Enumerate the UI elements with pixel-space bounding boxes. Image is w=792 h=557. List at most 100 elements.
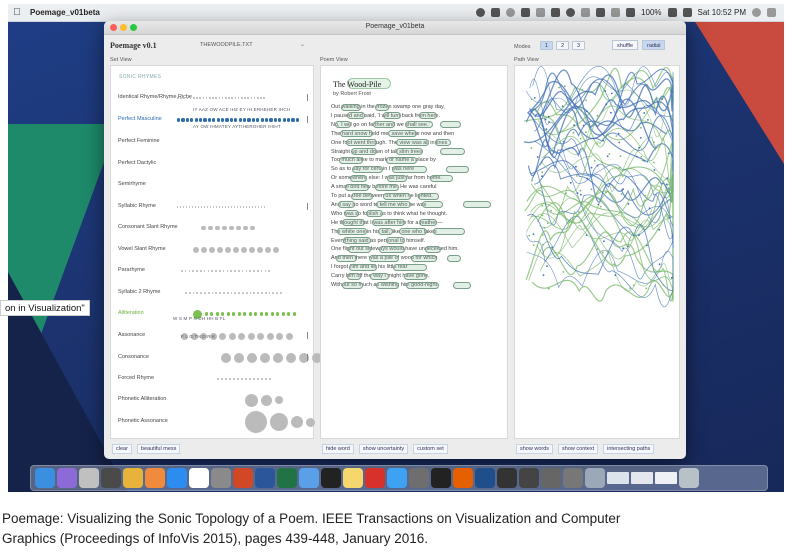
rhyme-set-dot[interactable] bbox=[295, 118, 299, 122]
settings-icon[interactable] bbox=[211, 468, 231, 488]
word-node[interactable] bbox=[666, 177, 669, 180]
set-row-syllabic-rhyme[interactable]: Syllabic Rhyme bbox=[115, 201, 311, 213]
word-node[interactable] bbox=[622, 247, 624, 250]
word-node[interactable] bbox=[605, 191, 608, 194]
word-node[interactable] bbox=[585, 110, 588, 113]
rhyme-set-dot[interactable] bbox=[202, 97, 205, 99]
word-node[interactable] bbox=[543, 226, 546, 229]
word-highlight[interactable] bbox=[370, 272, 389, 280]
set-row-forced-rhyme[interactable]: Forced Rhyme bbox=[115, 373, 311, 385]
rhyme-set-dot[interactable] bbox=[276, 332, 283, 340]
rhyme-set-dot[interactable] bbox=[221, 118, 225, 122]
appstore-icon[interactable] bbox=[167, 468, 187, 488]
rhyme-set-dot[interactable] bbox=[276, 312, 280, 316]
word-highlight[interactable] bbox=[339, 156, 363, 164]
rhyme-set-dot[interactable] bbox=[257, 332, 264, 340]
rhyme-set-dot[interactable] bbox=[266, 332, 274, 340]
rhyme-set-dot[interactable] bbox=[261, 378, 263, 380]
rhyme-set-dot[interactable] bbox=[265, 378, 267, 380]
show-uncertainty-button[interactable]: show uncertainty bbox=[358, 444, 409, 454]
word-node[interactable] bbox=[576, 192, 579, 194]
rhyme-set-dot[interactable] bbox=[225, 118, 229, 122]
spotlight-icon[interactable] bbox=[752, 8, 761, 17]
safari-icon[interactable] bbox=[387, 468, 407, 488]
rhyme-set-dot[interactable] bbox=[253, 97, 256, 99]
rhyme-set-dot[interactable] bbox=[231, 206, 233, 208]
word-highlight[interactable] bbox=[418, 192, 439, 200]
rhyme-set-dot[interactable] bbox=[241, 247, 247, 253]
word-node[interactable] bbox=[580, 193, 582, 196]
rhyme-set-dot[interactable] bbox=[221, 97, 224, 99]
word-highlight[interactable] bbox=[379, 245, 405, 253]
rhyme-set-dot[interactable] bbox=[246, 206, 248, 208]
rhyme-set-dot[interactable] bbox=[196, 292, 199, 294]
rhyme-set-dot[interactable] bbox=[245, 378, 247, 380]
folder-icon[interactable] bbox=[585, 468, 605, 488]
rhyme-set-dot[interactable] bbox=[249, 206, 251, 208]
word-node[interactable] bbox=[585, 99, 587, 102]
word-node[interactable] bbox=[605, 103, 608, 106]
word-highlight[interactable] bbox=[349, 263, 377, 271]
word-node[interactable] bbox=[585, 234, 588, 237]
rhyme-set-dot[interactable] bbox=[234, 118, 238, 122]
word-node[interactable] bbox=[661, 98, 664, 100]
rhyme-set-dot[interactable] bbox=[260, 118, 264, 122]
word-node[interactable] bbox=[528, 234, 531, 237]
word-highlight[interactable] bbox=[342, 281, 363, 289]
word-highlight[interactable] bbox=[435, 139, 451, 147]
word-node[interactable] bbox=[532, 244, 535, 247]
rhyme-set-dot[interactable] bbox=[207, 206, 209, 208]
rhyme-set-dot[interactable] bbox=[183, 97, 185, 99]
word-node[interactable] bbox=[620, 193, 623, 195]
mode-3-button[interactable]: 3 bbox=[572, 41, 585, 50]
word-highlight[interactable] bbox=[335, 121, 351, 129]
word-highlight[interactable] bbox=[343, 237, 371, 244]
rhyme-set-dot[interactable] bbox=[270, 312, 274, 316]
rhyme-set-dot[interactable] bbox=[210, 206, 212, 208]
status-icon-1[interactable] bbox=[476, 8, 486, 17]
word-highlight[interactable] bbox=[422, 201, 443, 209]
word-highlight[interactable] bbox=[347, 112, 365, 120]
camera-icon[interactable] bbox=[497, 468, 517, 488]
word-icon[interactable] bbox=[255, 468, 275, 488]
set-row-consonant-slant-rhyme[interactable]: Consonant Slant Rhyme bbox=[115, 222, 311, 234]
rhyme-set-dot[interactable] bbox=[261, 394, 272, 406]
rhyme-path[interactable] bbox=[526, 215, 674, 308]
word-node[interactable] bbox=[530, 147, 533, 149]
rhyme-set-dot[interactable] bbox=[186, 97, 189, 99]
word-highlight[interactable] bbox=[392, 165, 427, 173]
time-machine-icon[interactable] bbox=[566, 8, 576, 17]
word-highlight[interactable] bbox=[425, 245, 441, 253]
rhyme-set-dot[interactable] bbox=[254, 312, 258, 316]
word-highlight[interactable] bbox=[352, 165, 383, 173]
word-node[interactable] bbox=[565, 192, 567, 195]
word-node[interactable] bbox=[636, 155, 638, 158]
rhyme-set-dot[interactable] bbox=[280, 292, 282, 294]
rhyme-set-dot[interactable] bbox=[257, 378, 259, 380]
rhyme-set-dot[interactable] bbox=[181, 270, 183, 272]
rhyme-set-dot[interactable] bbox=[260, 97, 262, 99]
rhyme-set-dot[interactable] bbox=[216, 118, 220, 122]
word-node[interactable] bbox=[596, 143, 599, 145]
word-highlight[interactable] bbox=[351, 148, 377, 155]
word-node[interactable] bbox=[590, 188, 593, 191]
rhyme-set-dot[interactable] bbox=[292, 312, 296, 316]
rhyme-set-dot[interactable] bbox=[211, 292, 214, 294]
word-highlight[interactable] bbox=[419, 219, 437, 227]
rhyme-set-dot[interactable] bbox=[261, 206, 263, 208]
volume-icon[interactable] bbox=[626, 8, 636, 17]
hide-word-button[interactable]: hide word bbox=[322, 444, 354, 454]
rhyme-set-dot[interactable] bbox=[180, 97, 182, 99]
word-node[interactable] bbox=[586, 177, 588, 180]
word-node[interactable] bbox=[658, 263, 661, 266]
word-highlight[interactable] bbox=[376, 281, 399, 289]
rhyme-set-dot[interactable] bbox=[225, 247, 231, 253]
word-highlight[interactable] bbox=[345, 183, 369, 191]
rhyme-set-dot[interactable] bbox=[177, 97, 179, 99]
launchpad-icon[interactable] bbox=[79, 468, 99, 488]
rhyme-set-dot[interactable] bbox=[186, 206, 188, 208]
rhyme-set-dot[interactable] bbox=[260, 353, 270, 363]
word-highlight[interactable] bbox=[447, 254, 461, 262]
word-highlight[interactable] bbox=[373, 121, 395, 129]
rhyme-set-dot[interactable] bbox=[207, 292, 210, 294]
